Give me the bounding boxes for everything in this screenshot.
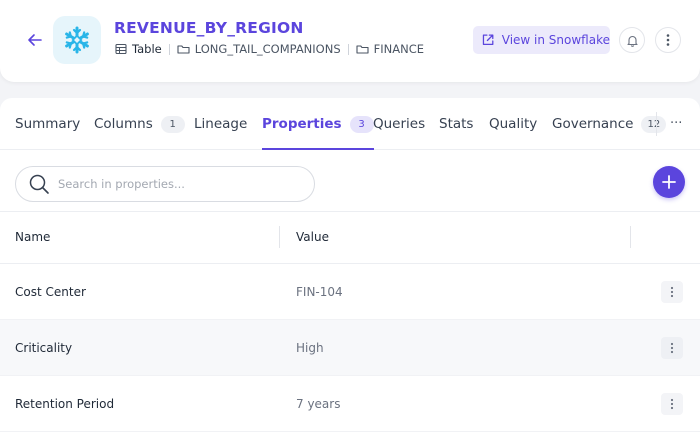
column-divider[interactable] (630, 226, 631, 248)
breadcrumb-item-database[interactable]: LONG_TAIL_COMPANIONS (177, 42, 341, 56)
tab-overflow-divider (656, 112, 657, 136)
column-header-name: Name (15, 230, 51, 244)
view-in-snowflake-button[interactable]: View in Snowflake (473, 26, 610, 54)
notifications-button[interactable] (619, 27, 645, 53)
property-name: Cost Center (15, 285, 86, 299)
folder-icon (177, 45, 190, 54)
kebab-menu-icon (670, 398, 674, 410)
entity-type-label: Table (132, 42, 162, 56)
add-property-button[interactable] (653, 166, 685, 198)
tab-stats[interactable]: Stats (439, 98, 473, 150)
row-actions-button[interactable] (661, 337, 683, 359)
table-icon (115, 43, 127, 55)
properties-search[interactable] (15, 166, 315, 202)
tab-label: Quality (489, 116, 538, 132)
entity-header: REVENUE_BY_REGION Table LONG_TAIL_COMPAN… (0, 0, 700, 82)
row-actions-button[interactable] (661, 281, 683, 303)
tab-label: Summary (15, 116, 81, 132)
tab-quality[interactable]: Quality (489, 98, 537, 150)
search-icon (29, 174, 49, 194)
view-button-label: View in Snowflake (501, 33, 610, 47)
more-options-button[interactable] (655, 27, 681, 53)
tab-label: Properties (262, 116, 342, 132)
breadcrumb-separator (347, 43, 349, 55)
tab-count-badge: 3 (349, 115, 374, 133)
tab-lineage[interactable]: Lineage (194, 98, 247, 150)
kebab-menu-icon (670, 342, 674, 354)
tab-label: Columns (94, 116, 153, 132)
external-link-icon (482, 34, 494, 46)
more-tabs-button[interactable]: ··· (670, 116, 682, 131)
property-name: Retention Period (15, 397, 115, 411)
properties-table: Name Value Cost Center FIN-104 Criticali… (0, 211, 700, 432)
breadcrumb: Table LONG_TAIL_COMPANIONS FINANCE (115, 42, 424, 56)
page-title: REVENUE_BY_REGION (114, 19, 304, 37)
tab-queries[interactable]: Queries (373, 98, 425, 150)
table-row[interactable]: Cost Center FIN-104 (0, 264, 700, 320)
table-row[interactable]: Criticality High (0, 320, 700, 376)
tab-properties[interactable]: Properties 3 (262, 98, 374, 150)
tab-label: Governance (552, 116, 634, 132)
tab-summary[interactable]: Summary (15, 98, 80, 150)
table-row[interactable]: Retention Period 7 years (0, 376, 700, 432)
property-value: 7 years (296, 397, 341, 411)
tab-count-badge: 1 (160, 115, 185, 133)
tab-bar: Summary Columns 1 Lineage Properties 3 Que… (0, 98, 700, 150)
column-header-value: Value (296, 230, 329, 244)
tab-label: Lineage (194, 116, 248, 132)
tab-count-badge: 12 (641, 115, 667, 133)
breadcrumb-separator (168, 43, 170, 55)
kebab-menu-icon (666, 34, 670, 46)
kebab-menu-icon (670, 286, 674, 298)
breadcrumb-label: LONG_TAIL_COMPANIONS (194, 42, 341, 56)
row-actions-button[interactable] (661, 393, 683, 415)
tab-label: Stats (439, 116, 474, 132)
column-divider[interactable] (279, 226, 280, 248)
back-button[interactable] (25, 30, 45, 50)
property-name: Criticality (15, 341, 73, 355)
search-input[interactable] (58, 177, 298, 191)
bell-icon (626, 35, 638, 47)
breadcrumb-label: FINANCE (373, 42, 425, 56)
arrow-left-icon (28, 34, 42, 46)
property-value: High (296, 341, 324, 355)
breadcrumb-item-schema[interactable]: FINANCE (356, 42, 424, 56)
snowflake-logo (53, 16, 101, 64)
property-value: FIN-104 (296, 285, 343, 299)
snowflake-icon (65, 26, 89, 54)
folder-icon (356, 45, 369, 54)
tab-label: Queries (373, 116, 426, 132)
entity-type: Table (115, 42, 162, 56)
tab-columns[interactable]: Columns 1 (94, 98, 185, 150)
tab-governance[interactable]: Governance 12 (552, 98, 667, 150)
table-header: Name Value (0, 211, 700, 264)
plus-icon (662, 175, 676, 189)
details-panel: Summary Columns 1 Lineage Properties 3 Que… (0, 98, 700, 440)
